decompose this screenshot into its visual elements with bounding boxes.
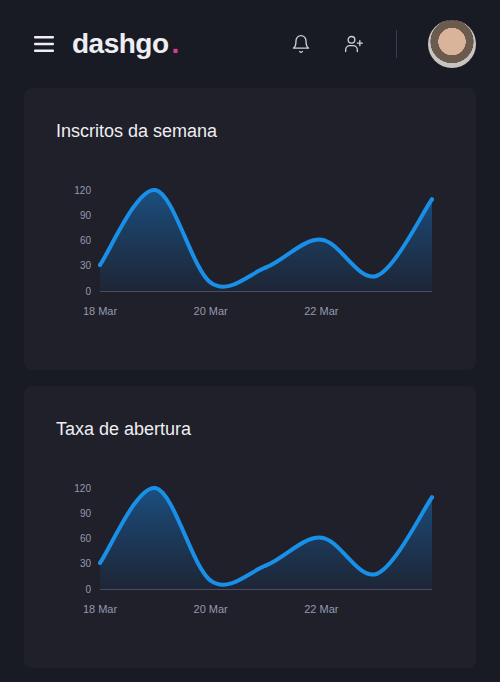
x-label: 20 Mar <box>194 305 229 317</box>
y-tick: 120 <box>74 185 91 196</box>
data-point[interactable] <box>319 238 323 242</box>
top-bar: dashgo. <box>0 0 500 88</box>
chart-card: Taxa de abertura 120 90 60 30 0 18 Mar 20 Mar 22… <box>24 386 476 668</box>
logo-text: dashgo <box>72 28 169 59</box>
user-plus-icon <box>344 34 364 54</box>
x-label: 22 Mar <box>304 603 339 615</box>
y-tick: 90 <box>80 210 92 221</box>
x-label: 20 Mar <box>194 603 229 615</box>
y-tick: 120 <box>74 483 91 494</box>
y-tick: 0 <box>85 286 91 297</box>
data-point[interactable] <box>430 197 434 201</box>
chart-title: Taxa de abertura <box>56 418 444 440</box>
chart-title: Inscritos da semana <box>56 120 444 142</box>
data-point[interactable] <box>98 561 102 565</box>
x-label: 18 Mar <box>83 603 118 615</box>
series-line <box>100 488 432 585</box>
area-fill <box>100 190 432 291</box>
data-point[interactable] <box>375 274 379 278</box>
area-fill <box>100 488 432 589</box>
x-axis <box>100 291 432 292</box>
x-axis <box>100 589 432 590</box>
menu-icon[interactable] <box>34 36 54 52</box>
data-point[interactable] <box>98 263 102 267</box>
data-point[interactable] <box>209 281 213 285</box>
area-chart: 120 90 60 30 0 18 Mar 20 Mar 22 Mar <box>56 160 444 338</box>
add-user-button[interactable] <box>344 34 364 54</box>
y-tick: 90 <box>80 508 92 519</box>
data-point[interactable] <box>264 265 268 269</box>
dashboard: Inscritos da semana 120 90 60 30 0 18 Mar 20 Ma… <box>0 88 500 668</box>
data-point[interactable] <box>153 188 157 192</box>
notifications-button[interactable] <box>291 34 311 54</box>
area-chart: 120 90 60 30 0 18 Mar 20 Mar 22 Mar <box>56 458 444 636</box>
logo[interactable]: dashgo. <box>72 27 179 61</box>
data-point[interactable] <box>319 536 323 540</box>
y-tick: 60 <box>80 235 92 246</box>
data-point[interactable] <box>264 563 268 567</box>
x-label: 18 Mar <box>83 305 118 317</box>
header-actions <box>291 20 476 68</box>
avatar[interactable] <box>428 20 476 68</box>
data-point[interactable] <box>153 486 157 490</box>
data-point[interactable] <box>209 579 213 583</box>
series-line <box>100 190 432 287</box>
data-point[interactable] <box>430 495 434 499</box>
y-tick: 60 <box>80 533 92 544</box>
header-divider <box>396 30 397 58</box>
x-label: 22 Mar <box>304 305 339 317</box>
bell-icon <box>291 34 311 54</box>
y-tick: 0 <box>85 584 91 595</box>
data-point[interactable] <box>375 572 379 576</box>
y-tick: 30 <box>80 260 92 271</box>
logo-dot: . <box>172 28 179 59</box>
chart-card: Inscritos da semana 120 90 60 30 0 18 Mar 20 Ma… <box>24 88 476 370</box>
y-tick: 30 <box>80 558 92 569</box>
